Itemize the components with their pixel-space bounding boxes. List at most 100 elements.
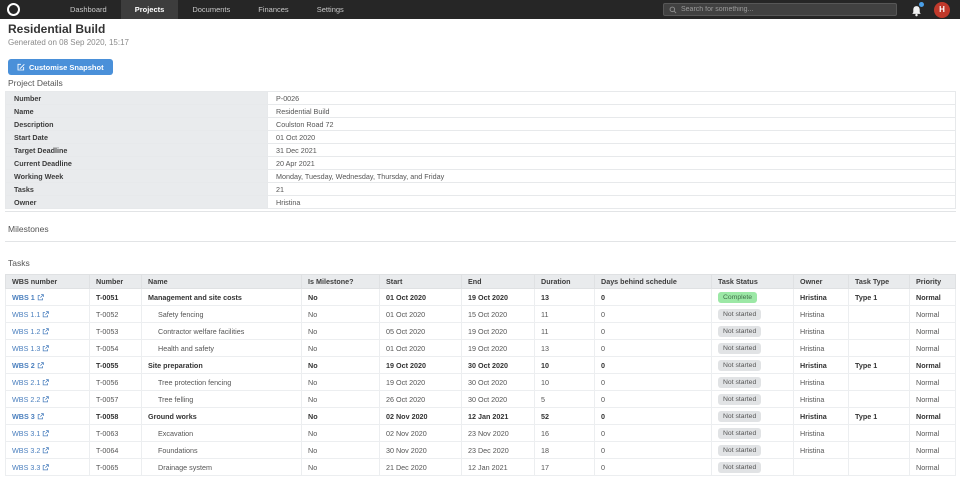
task-cell-number: T-0053 (89, 322, 142, 340)
user-avatar[interactable]: H (934, 1, 950, 18)
detail-value: 31 Dec 2021 (267, 143, 956, 157)
task-cell-name: Management and site costs (141, 288, 302, 306)
external-link-icon (43, 378, 50, 385)
task-cell-duration: 10 (534, 356, 595, 374)
external-link-icon (43, 463, 50, 470)
wbs-link[interactable]: WBS 2 (12, 361, 44, 370)
wbs-link[interactable]: WBS 3.1 (12, 429, 50, 438)
nav-item-dashboard[interactable]: Dashboard (56, 0, 121, 19)
task-row: WBS 3.1 T-0063 Excavation No 02 Nov 2020 23 N… (5, 424, 956, 442)
task-cell-priority: Normal (909, 390, 956, 408)
task-cell-duration: 16 (534, 424, 595, 442)
wbs-link[interactable]: WBS 3 (12, 412, 44, 421)
tasks-header-row: WBS number Number Name Is Milestone? Start En… (5, 274, 956, 289)
task-cell-task-type (848, 322, 910, 340)
wbs-link[interactable]: WBS 1 (12, 293, 44, 302)
task-cell-days-behind: 0 (594, 424, 712, 442)
nav-item-projects[interactable]: Projects (120, 0, 179, 19)
notifications-button[interactable] (911, 1, 924, 16)
task-cell-number: T-0051 (89, 288, 142, 306)
wbs-link[interactable]: WBS 2.2 (12, 395, 50, 404)
task-cell-task-type: Type 1 (848, 356, 910, 374)
wbs-link[interactable]: WBS 3.3 (12, 463, 50, 472)
tasks-table: WBS number Number Name Is Milestone? Start En… (5, 274, 956, 476)
task-cell-end: 23 Dec 2020 (461, 441, 535, 459)
task-cell-number: T-0052 (89, 305, 142, 323)
task-cell-duration: 52 (534, 407, 595, 425)
task-cell-wbs: WBS 3.1 (5, 424, 90, 442)
nav-item-settings[interactable]: Settings (303, 0, 358, 19)
task-name: Tree felling (158, 394, 194, 404)
task-cell-is-milestone: No (301, 373, 380, 391)
task-cell-status: Not started (711, 339, 794, 357)
task-status-badge: Not started (718, 359, 762, 371)
wbs-link[interactable]: WBS 1.2 (12, 327, 50, 336)
task-cell-owner: Hristina (793, 390, 849, 408)
project-detail-row: Current Deadline 20 Apr 2021 (5, 156, 956, 170)
task-cell-duration: 13 (534, 288, 595, 306)
task-cell-end: 19 Oct 2020 (461, 322, 535, 340)
external-link-icon (37, 361, 44, 368)
task-row: WBS 2.2 T-0057 Tree felling No 26 Oct 2020 30… (5, 390, 956, 408)
task-cell-status: Not started (711, 407, 794, 425)
external-link-icon (43, 327, 50, 334)
task-cell-wbs: WBS 1 (5, 288, 90, 306)
task-cell-days-behind: 0 (594, 305, 712, 323)
search-input[interactable] (681, 6, 891, 13)
task-cell-number: T-0064 (89, 441, 142, 459)
task-name: Management and site costs (148, 292, 242, 302)
column-header: Duration (534, 274, 595, 289)
task-cell-priority: Normal (909, 356, 956, 374)
task-status-badge: Not started (718, 325, 762, 337)
task-cell-number: T-0063 (89, 424, 142, 442)
task-name: Contractor welfare facilities (158, 326, 245, 336)
top-navbar: Dashboard Projects Documents Finances Settin… (0, 0, 960, 19)
detail-value: Hristina (267, 195, 956, 209)
detail-label: Tasks (5, 182, 268, 196)
wbs-link[interactable]: WBS 2.1 (12, 378, 50, 387)
task-cell-days-behind: 0 (594, 322, 712, 340)
notification-dot (919, 1, 924, 7)
task-cell-task-type (848, 339, 910, 357)
external-link-icon (43, 310, 50, 317)
external-link-icon (43, 446, 50, 453)
project-detail-row: Name Residential Build (5, 104, 956, 118)
task-cell-start: 01 Oct 2020 (379, 339, 462, 357)
task-cell-priority: Normal (909, 458, 956, 476)
column-header: Task Status (711, 274, 794, 289)
wbs-link[interactable]: WBS 1.1 (12, 310, 50, 319)
project-details-heading: Project Details (8, 78, 63, 88)
wbs-link[interactable]: WBS 3.2 (12, 446, 50, 455)
task-cell-end: 12 Jan 2021 (461, 407, 535, 425)
customise-snapshot-button[interactable]: Customise Snapshot (8, 59, 113, 75)
task-cell-wbs: WBS 3.2 (5, 441, 90, 459)
nav-menu: Dashboard Projects Documents Finances Settin… (56, 0, 358, 19)
task-cell-start: 19 Oct 2020 (379, 373, 462, 391)
task-cell-owner: Hristina (793, 407, 849, 425)
column-header: End (461, 274, 535, 289)
project-detail-row: Owner Hristina (5, 195, 956, 209)
detail-value: Coulston Road 72 (267, 117, 956, 131)
task-cell-status: Not started (711, 373, 794, 391)
task-name: Foundations (158, 445, 198, 455)
app-logo-icon[interactable] (7, 3, 20, 16)
task-cell-days-behind: 0 (594, 288, 712, 306)
task-cell-priority: Normal (909, 339, 956, 357)
task-status-badge: Not started (718, 461, 762, 473)
task-cell-owner: Hristina (793, 339, 849, 357)
project-detail-row: Tasks 21 (5, 182, 956, 196)
customise-snapshot-label: Customise Snapshot (29, 62, 104, 72)
column-header: Days behind schedule (594, 274, 712, 289)
page-content: Residential Build Generated on 08 Sep 20… (0, 23, 960, 476)
task-row: WBS 1.2 T-0053 Contractor welfare faciliti… (5, 322, 956, 340)
nav-item-finances[interactable]: Finances (244, 0, 302, 19)
nav-item-documents[interactable]: Documents (178, 0, 244, 19)
task-row: WBS 3 T-0058 Ground works No 02 Nov 2020 12 J… (5, 407, 956, 425)
task-cell-task-type: Type 1 (848, 288, 910, 306)
project-detail-row: Target Deadline 31 Dec 2021 (5, 143, 956, 157)
task-cell-days-behind: 0 (594, 390, 712, 408)
task-cell-number: T-0056 (89, 373, 142, 391)
task-cell-days-behind: 0 (594, 441, 712, 459)
wbs-link[interactable]: WBS 1.3 (12, 344, 50, 353)
task-status-badge: Not started (718, 427, 762, 439)
